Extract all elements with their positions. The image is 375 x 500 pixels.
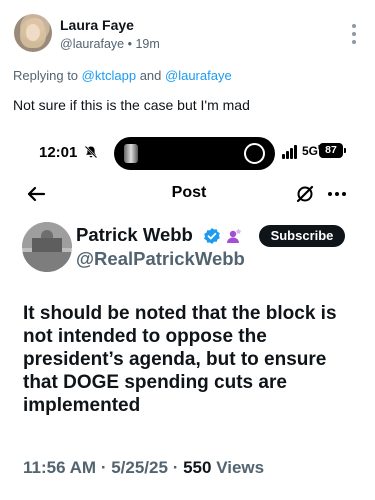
- reply-author-name[interactable]: Laura Faye: [60, 17, 134, 33]
- tweet-meta: 11:56 AM · 5/25/25 · 550 Views: [23, 458, 264, 478]
- verified-badge-icon: [204, 228, 220, 244]
- battery-indicator: 87: [319, 143, 343, 158]
- vertical-ellipsis-icon[interactable]: [351, 24, 357, 44]
- media-thumbnail: [124, 144, 138, 163]
- tweet-date[interactable]: 5/25/25: [111, 458, 168, 477]
- subscribe-button[interactable]: Subscribe: [259, 225, 345, 247]
- meta-dot: ·: [172, 458, 179, 477]
- progress-ring-icon: [244, 143, 265, 164]
- avatar[interactable]: [22, 222, 72, 272]
- mention-link[interactable]: @laurafaye: [165, 68, 232, 83]
- tweet-author-handle[interactable]: @RealPatrickWebb: [76, 248, 245, 270]
- grok-icon[interactable]: [295, 184, 315, 204]
- horizontal-ellipsis-icon[interactable]: [328, 192, 346, 196]
- status-time: 12:01: [39, 144, 78, 161]
- views-label: Views: [216, 458, 265, 477]
- reply-header: Laura Faye @laurafaye • 19m: [0, 0, 375, 62]
- tweet-text: It should be noted that the block is not…: [23, 303, 337, 416]
- tweet-time[interactable]: 11:56 AM: [23, 458, 96, 477]
- dynamic-island: [114, 137, 275, 170]
- replying-and: and: [139, 68, 162, 83]
- reply-time: 19m: [135, 37, 160, 51]
- tweet-author-name[interactable]: Patrick Webb: [76, 224, 193, 246]
- reply-author-handle[interactable]: @laurafaye: [60, 37, 124, 51]
- replying-prefix: Replying to: [13, 68, 79, 83]
- bell-slash-icon: [84, 145, 98, 159]
- mention-link[interactable]: @ktclapp: [82, 68, 136, 83]
- post-nav-bar: Post: [13, 178, 365, 214]
- meta-dot: ·: [100, 458, 107, 477]
- status-bar: 12:01 5GUW 87: [13, 132, 365, 172]
- battery-tip: [344, 148, 346, 153]
- affiliate-badge-icon: [227, 228, 242, 243]
- signal-icon: [282, 145, 302, 159]
- reply-text: Not sure if this is the case but I'm mad: [13, 97, 250, 113]
- avatar[interactable]: [14, 14, 52, 52]
- meta-separator: •: [127, 37, 132, 51]
- embedded-screenshot[interactable]: 12:01 5GUW 87 Post: [13, 132, 365, 500]
- reply-author-meta: @laurafaye • 19m: [60, 37, 160, 51]
- replying-to-line: Replying to @ktclapp and @laurafaye: [13, 68, 232, 83]
- views-count: 550: [183, 458, 212, 477]
